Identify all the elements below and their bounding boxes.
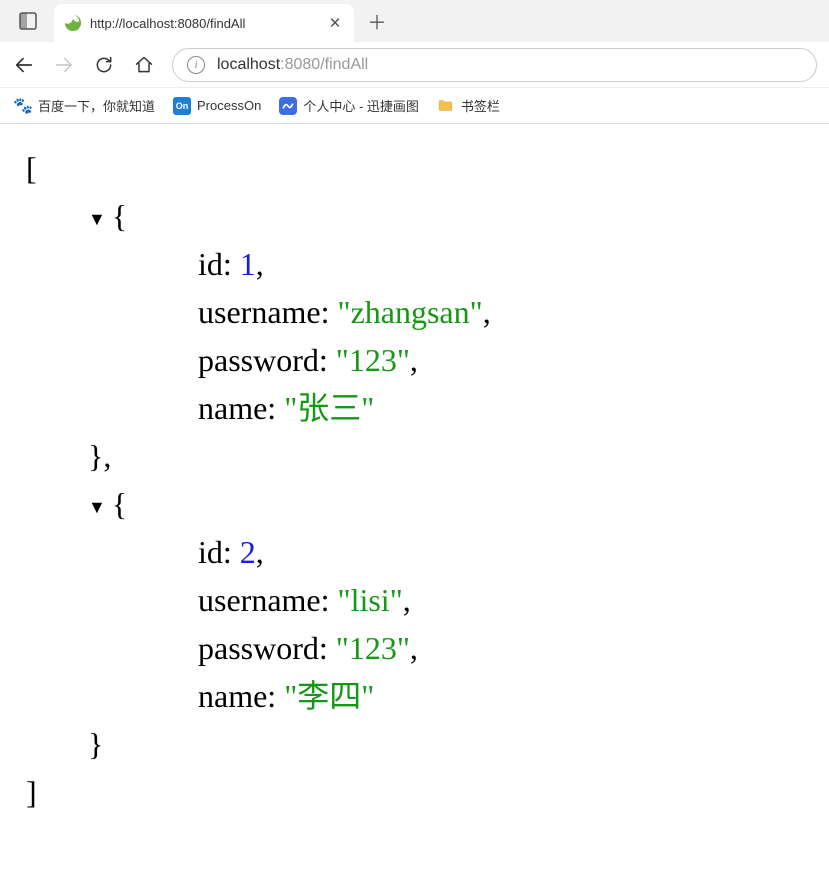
collapse-toggle-icon[interactable]: ▼ [88,494,106,521]
json-viewer: [ ▼{ id:1, username:"zhangsan", password… [0,124,829,836]
bookmark-baidu[interactable]: 🐾 百度一下，你就知道 [14,96,155,115]
bookmark-label: 个人中心 - 迅捷画图 [303,96,419,115]
json-property: password:"123", [198,336,803,384]
spring-favicon-icon [64,14,82,32]
devtools-panel-icon[interactable] [12,5,44,37]
json-property: username:"lisi", [198,576,803,624]
bookmark-label: 书签栏 [461,96,500,115]
back-button[interactable] [12,53,36,77]
bookmark-xunjie[interactable]: 个人中心 - 迅捷画图 [279,96,419,115]
json-property: id:2, [198,528,803,576]
xunjie-icon [279,97,297,115]
bookmarks-bar: 🐾 百度一下，你就知道 On ProcessOn 个人中心 - 迅捷画图 书签栏 [0,88,829,124]
tab-strip: http://localhost:8080/findAll ✕ ＋ [0,0,829,42]
tab-title: http://localhost:8080/findAll [90,16,318,31]
browser-tab[interactable]: http://localhost:8080/findAll ✕ [54,4,354,42]
new-tab-button[interactable]: ＋ [362,6,392,36]
array-open: [ [26,144,803,192]
bookmark-processon[interactable]: On ProcessOn [173,97,261,115]
json-property: password:"123", [198,624,803,672]
folder-icon [437,97,455,115]
bookmark-folder[interactable]: 书签栏 [437,96,500,115]
browser-chrome: http://localhost:8080/findAll ✕ ＋ i loca… [0,0,829,124]
baidu-icon: 🐾 [14,97,32,115]
url-text: localhost:8080/findAll [217,56,368,74]
json-object: ▼{ id:1, username:"zhangsan", password:"… [88,192,803,480]
forward-button [52,53,76,77]
json-property: name:"张三" [198,384,803,432]
collapse-toggle-icon[interactable]: ▼ [88,206,106,233]
close-icon[interactable]: ✕ [326,14,344,32]
json-object: ▼{ id:2, username:"lisi", password:"123"… [88,480,803,768]
processon-icon: On [173,97,191,115]
json-property: id:1, [198,240,803,288]
array-close: ] [26,768,803,816]
address-bar[interactable]: i localhost:8080/findAll [172,48,817,82]
bookmark-label: ProcessOn [197,98,261,113]
home-button[interactable] [132,53,156,77]
nav-toolbar: i localhost:8080/findAll [0,42,829,88]
reload-button[interactable] [92,53,116,77]
bookmark-label: 百度一下，你就知道 [38,96,155,115]
json-property: name:"李四" [198,672,803,720]
json-property: username:"zhangsan", [198,288,803,336]
site-info-icon[interactable]: i [187,56,205,74]
